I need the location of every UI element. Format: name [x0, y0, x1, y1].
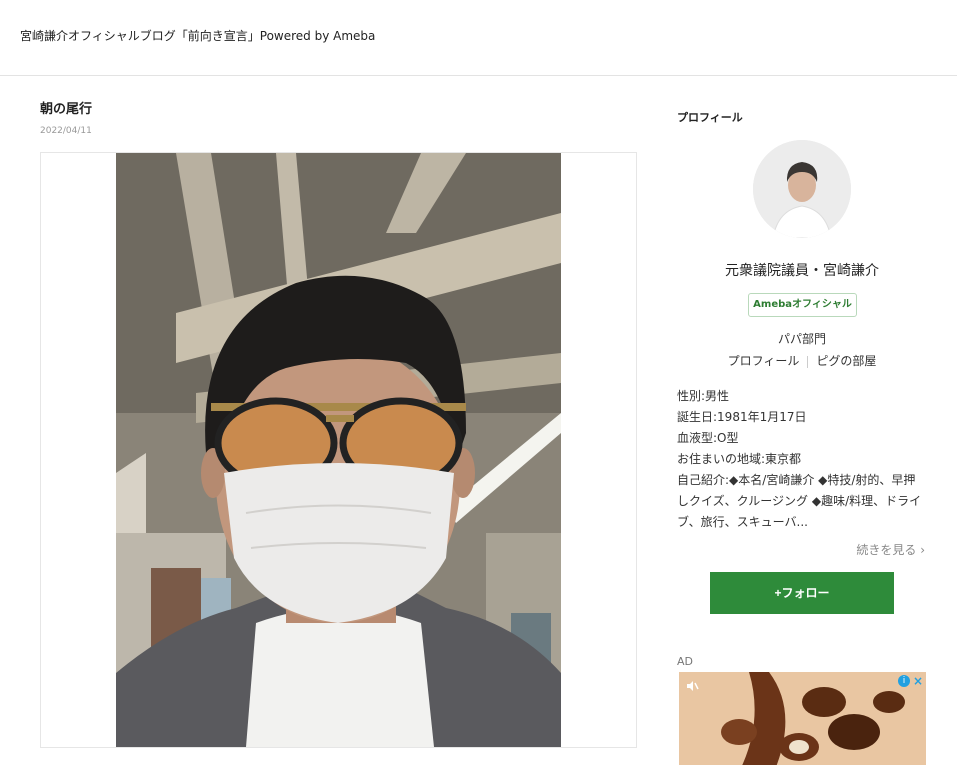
profile-sidebar: プロフィール 元衆議院議員・宮崎謙介 Amebaオフィシャル パパ部門 プロフィ…	[677, 100, 927, 765]
ameba-official-badge: Amebaオフィシャル	[748, 293, 857, 317]
entry-title[interactable]: 朝の尾行	[40, 100, 637, 120]
avatar[interactable]	[753, 140, 851, 238]
profile-name[interactable]: 元衆議院議員・宮崎謙介	[677, 260, 927, 280]
info-gender: 性別:男性	[677, 389, 730, 403]
info-blood-type: 血液型:O型	[677, 431, 739, 445]
ad-close-icon[interactable]: ×	[913, 674, 923, 688]
follow-button[interactable]: +フォロー	[710, 572, 894, 614]
link-divider	[807, 355, 809, 368]
info-introduction: 自己紹介:◆本名/宮崎謙介 ◆特技/射的、早押しクイズ、クルージング ◆趣味/料…	[677, 473, 922, 529]
profile-info: 性別:男性 誕生日:1981年1月17日 血液型:O型 お住まいの地域:東京都 …	[677, 386, 927, 533]
profile-links: プロフィール ピグの部屋	[677, 352, 927, 369]
blog-title-link[interactable]: 宮崎謙介オフィシャルブログ「前向き宣言」Powered by Ameba	[20, 27, 375, 44]
chevron-right-icon: ›	[920, 543, 925, 557]
profile-link[interactable]: プロフィール	[728, 354, 800, 368]
pigg-room-link[interactable]: ピグの部屋	[816, 354, 876, 368]
profile-heading: プロフィール	[677, 111, 743, 124]
selfie-photo[interactable]	[116, 153, 561, 747]
ad-banner[interactable]: i ×	[679, 672, 926, 765]
ad-info-icon[interactable]: i	[898, 675, 910, 687]
read-more-link[interactable]: 続きを見る ›	[856, 541, 925, 558]
mute-icon[interactable]	[685, 678, 699, 692]
genre-link[interactable]: パパ部門	[677, 330, 927, 347]
article: 朝の尾行 2022/04/11	[40, 100, 637, 748]
ad-label: AD	[677, 655, 693, 668]
entry-date: 2022/04/11	[40, 126, 92, 136]
read-more-label: 続きを見る	[856, 543, 917, 557]
info-area: お住まいの地域:東京都	[677, 452, 802, 466]
blog-header: 宮崎謙介オフィシャルブログ「前向き宣言」Powered by Ameba	[0, 0, 957, 76]
article-photo-frame	[40, 152, 637, 748]
info-birthday: 誕生日:1981年1月17日	[677, 410, 807, 424]
